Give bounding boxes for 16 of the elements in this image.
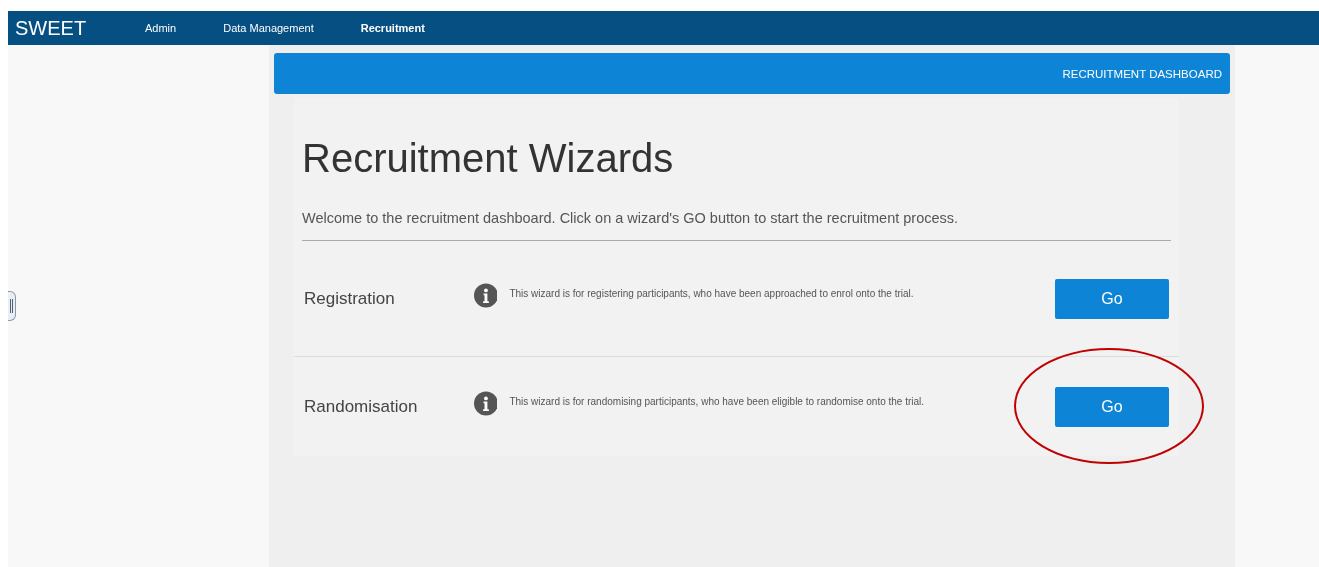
nav-link[interactable]: Data Management bbox=[223, 22, 314, 34]
wizard-description: This wizard is for registering participants, who have been approached to enrol onto the trial. bbox=[509, 288, 915, 299]
nav-link[interactable]: Admin bbox=[145, 22, 177, 34]
brand-name: SWEET bbox=[14, 16, 88, 40]
wizard-name: Randomisation bbox=[304, 396, 419, 417]
side-handle-icon[interactable] bbox=[8, 291, 16, 321]
nav-link[interactable]: Recruitment bbox=[360, 22, 425, 34]
go-button[interactable]: Go bbox=[1055, 278, 1169, 319]
wizard-description: This wizard is for randomising participants, who have been eligible to randomise onto the trial. bbox=[509, 396, 926, 407]
info-icon bbox=[473, 391, 498, 416]
page-heading: Recruitment Wizards bbox=[302, 136, 675, 182]
wizard-name: Registration bbox=[304, 288, 396, 309]
info-icon bbox=[473, 283, 498, 308]
go-button[interactable]: Go bbox=[1055, 386, 1169, 427]
banner-title: RECRUITMENT DASHBOARD bbox=[1062, 67, 1222, 80]
intro-text: Welcome to the recruitment dashboard. Click on a wizard's GO button to start the recruitment process. bbox=[302, 210, 1171, 241]
